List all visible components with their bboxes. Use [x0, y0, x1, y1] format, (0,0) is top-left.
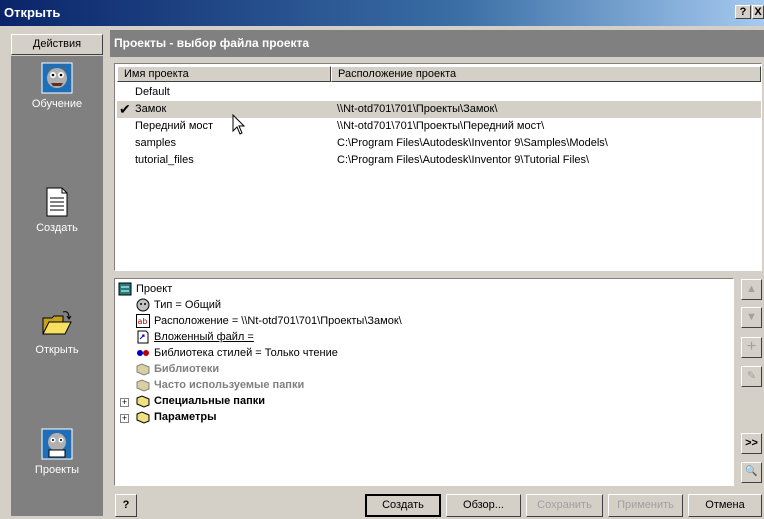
- tree-label: Вложенный файл =: [154, 331, 254, 343]
- project-icon: [118, 282, 132, 296]
- project-location: \\Nt-otd701\701\Проекты\Замок\: [337, 103, 498, 115]
- projects-icon: [41, 428, 73, 460]
- table-row[interactable]: tutorial_files C:\Program Files\Autodesk…: [117, 152, 761, 169]
- expand-icon[interactable]: +: [120, 398, 129, 407]
- project-location: C:\Program Files\Autodesk\Inventor 9\Sam…: [337, 137, 608, 149]
- window-title: Открыть: [4, 5, 61, 20]
- tree-item-frequent-folders[interactable]: Часто используемые папки: [136, 377, 304, 393]
- find-button[interactable]: 🔍: [741, 462, 762, 483]
- tree-label: Тип = Общий: [154, 299, 222, 311]
- folder-icon: [136, 395, 150, 408]
- monster-face-icon: [41, 62, 73, 94]
- help-title-button[interactable]: ?: [735, 5, 751, 19]
- tree-label: Библиотека стилей = Только чтение: [154, 347, 338, 359]
- move-down-button[interactable]: ▼: [741, 307, 762, 328]
- tree-item-libraries[interactable]: Библиотеки: [136, 361, 219, 377]
- actions-button[interactable]: Действия: [11, 34, 103, 55]
- tree-item-parameters[interactable]: Параметры: [136, 409, 216, 425]
- more-button[interactable]: >>: [741, 433, 762, 454]
- sidebar-item-projects[interactable]: Проекты: [11, 428, 103, 476]
- sidebar: Обучение Создать Открыть Проекты: [11, 56, 103, 516]
- tree-item-style-library[interactable]: Библиотека стилей = Только чтение: [136, 345, 338, 361]
- apply-button[interactable]: Применить: [608, 494, 683, 517]
- page-title: Проекты - выбор файла проекта: [110, 30, 764, 57]
- sidebar-item-label: Создать: [36, 222, 78, 234]
- file-link-icon: [137, 330, 149, 344]
- sidebar-item-create[interactable]: Создать: [11, 186, 103, 234]
- tree-label: Часто используемые папки: [154, 379, 305, 391]
- save-button[interactable]: Сохранить: [526, 494, 603, 517]
- tree-label: Расположение = \\Nt-otd701\701\Проекты\З…: [154, 315, 402, 327]
- tree-item-special-folders[interactable]: Специальные папки: [136, 393, 265, 409]
- project-location: C:\Program Files\Autodesk\Inventor 9\Tut…: [337, 154, 590, 166]
- project-properties-tree: Проект Тип = Общий ab Расположение = \\N…: [114, 278, 734, 486]
- folder-icon: [136, 411, 150, 424]
- text-field-icon: ab: [136, 314, 150, 329]
- expand-icon[interactable]: +: [120, 414, 129, 423]
- title-bar: Открыть: [0, 0, 764, 26]
- type-icon: [136, 298, 150, 312]
- project-location: \\Nt-otd701\701\Проекты\Передний мост\: [337, 120, 545, 132]
- mouse-cursor-icon: [232, 114, 246, 135]
- help-button[interactable]: ?: [115, 494, 137, 517]
- checkmark-icon: ✔: [119, 101, 131, 117]
- create-button[interactable]: Создать: [365, 494, 441, 517]
- tree-label: Специальные папки: [154, 395, 265, 407]
- sidebar-item-label: Проекты: [34, 464, 80, 476]
- table-row[interactable]: Передний мост \\Nt-otd701\701\Проекты\Пе…: [117, 118, 761, 135]
- project-name: Замок: [135, 103, 167, 115]
- gray-folder-icon: [136, 379, 150, 392]
- table-row-active[interactable]: ✔ Замок \\Nt-otd701\701\Проекты\Замок\: [117, 101, 761, 118]
- edit-button[interactable]: ✎: [741, 366, 762, 387]
- close-button[interactable]: X: [752, 5, 764, 19]
- add-button[interactable]: +: [741, 337, 762, 358]
- browse-button[interactable]: Обзор...: [446, 494, 521, 517]
- sidebar-item-label: Открыть: [35, 344, 79, 356]
- style-library-icon: [137, 350, 149, 357]
- project-name: tutorial_files: [135, 154, 194, 166]
- open-folder-icon: [42, 311, 72, 335]
- tree-item-location[interactable]: ab Расположение = \\Nt-otd701\701\Проект…: [136, 313, 402, 329]
- sidebar-item-open[interactable]: Открыть: [11, 308, 103, 356]
- tree-item-type[interactable]: Тип = Общий: [136, 297, 221, 313]
- tree-root[interactable]: Проект: [118, 281, 172, 297]
- projects-table: Имя проекта Расположение проекта Default…: [114, 63, 762, 271]
- document-icon: [46, 187, 68, 217]
- table-row[interactable]: Default: [117, 84, 761, 101]
- sidebar-item-label: Обучение: [31, 98, 83, 110]
- move-up-button[interactable]: ▲: [741, 279, 762, 300]
- svg-text:ab: ab: [138, 317, 148, 326]
- tree-label: Проект: [136, 283, 173, 295]
- tree-label: Библиотеки: [154, 363, 220, 375]
- column-header-name[interactable]: Имя проекта: [117, 66, 331, 82]
- project-name: samples: [135, 137, 176, 149]
- gray-folder-icon: [136, 363, 150, 376]
- sidebar-item-tutorial[interactable]: Обучение: [11, 62, 103, 110]
- cancel-button[interactable]: Отмена: [688, 494, 762, 517]
- project-name: Передний мост: [135, 120, 214, 132]
- tree-item-nested-file[interactable]: Вложенный файл =: [136, 329, 254, 345]
- project-name: Default: [135, 86, 170, 98]
- tree-label: Параметры: [154, 411, 217, 423]
- table-row[interactable]: samples C:\Program Files\Autodesk\Invent…: [117, 135, 761, 152]
- column-header-location[interactable]: Расположение проекта: [331, 66, 761, 82]
